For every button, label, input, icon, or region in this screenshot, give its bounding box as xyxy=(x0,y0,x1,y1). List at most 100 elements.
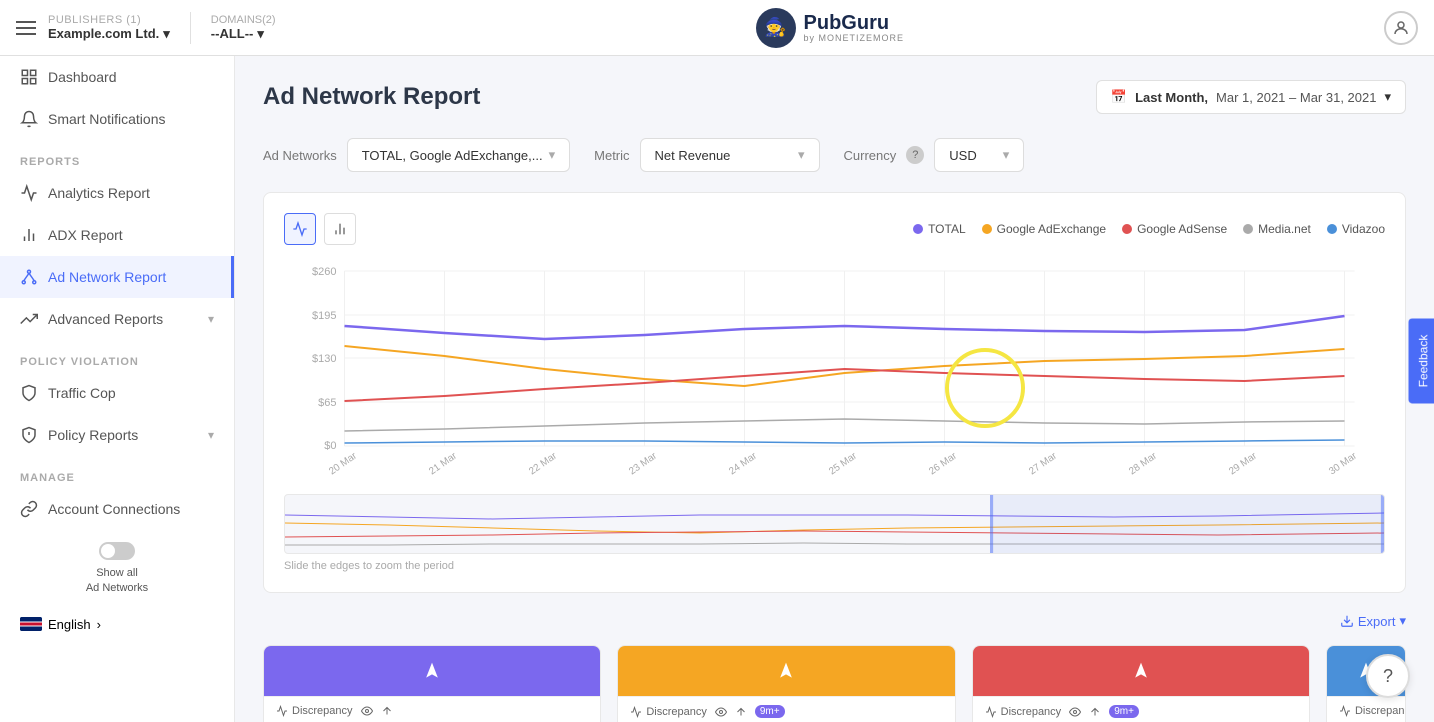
sidebar-label-smart-notifications: Smart Notifications xyxy=(48,111,165,127)
svg-text:29 Mar: 29 Mar xyxy=(1227,450,1259,477)
discrepancy-icon-total xyxy=(276,705,288,717)
dashboard-icon xyxy=(20,68,38,86)
discrepancy-icon-adexchange xyxy=(630,706,642,718)
legend-dot-adexchange xyxy=(982,224,992,234)
publishers-label: PUBLISHERS (1) xyxy=(48,14,170,26)
card-actions-adsense: Discrepancy 9m+ xyxy=(973,696,1309,722)
chart-toolbar: TOTAL Google AdExchange Google AdSense M… xyxy=(284,213,1385,245)
currency-label: Currency xyxy=(844,148,897,163)
nav-separator xyxy=(190,12,191,44)
chart-svg-wrapper: $260 $195 $130 $65 $0 xyxy=(284,261,1385,572)
discrepancy-label-total: Discrepancy xyxy=(292,705,353,717)
export-icon xyxy=(1340,614,1354,628)
timer-btn-adexchange[interactable]: 9m+ xyxy=(755,705,785,718)
ad-networks-select[interactable]: TOTAL, Google AdExchange,... ▾ xyxy=(347,138,570,172)
bar-chart-button[interactable] xyxy=(324,213,356,245)
svg-text:23 Mar: 23 Mar xyxy=(627,450,659,477)
sidebar-section-reports: REPORTS xyxy=(0,140,234,172)
analytics-icon xyxy=(20,184,38,202)
legend-label-total: TOTAL xyxy=(928,222,966,236)
legend-vidazoo: Vidazoo xyxy=(1327,222,1385,236)
page-title: Ad Network Report xyxy=(263,83,480,111)
svg-text:24 Mar: 24 Mar xyxy=(727,450,759,477)
bell-icon xyxy=(20,110,38,128)
ad-networks-label: Ad Networks xyxy=(263,148,337,163)
sidebar-item-policy-reports[interactable]: Policy Reports ▾ xyxy=(0,414,234,456)
legend-medianet: Media.net xyxy=(1243,222,1311,236)
discrepancy-label-adexchange: Discrepancy xyxy=(646,706,707,718)
topnav: PUBLISHERS (1) Example.com Ltd. ▾ DOMAIN… xyxy=(0,0,1434,56)
topnav-left: PUBLISHERS (1) Example.com Ltd. ▾ DOMAIN… xyxy=(16,12,276,44)
hamburger-menu[interactable] xyxy=(16,21,36,35)
export-label: Export xyxy=(1358,614,1396,629)
sidebar-item-smart-notifications[interactable]: Smart Notifications xyxy=(0,98,234,140)
policy-expand-icon: ▾ xyxy=(208,428,214,442)
sort-btn-adexchange[interactable] xyxy=(735,706,747,718)
zoom-bar[interactable] xyxy=(284,494,1385,554)
sidebar-item-analytics-report[interactable]: Analytics Report xyxy=(0,172,234,214)
card-header-adexchange xyxy=(618,646,954,696)
discrepancy-btn-adsense[interactable]: Discrepancy xyxy=(985,706,1062,718)
card-actions-vidazoo: Discrepancy xyxy=(1327,696,1405,722)
timer-btn-adsense[interactable]: 9m+ xyxy=(1109,705,1139,718)
view-btn-total[interactable] xyxy=(361,705,373,717)
date-range-selector[interactable]: 📅 Last Month, Mar 1, 2021 – Mar 31, 2021… xyxy=(1096,80,1406,114)
publisher-selector[interactable]: PUBLISHERS (1) Example.com Ltd. ▾ xyxy=(48,14,170,42)
eye-icon-adsense xyxy=(1069,706,1081,718)
sidebar-item-dashboard[interactable]: Dashboard xyxy=(0,56,234,98)
sidebar: Dashboard Smart Notifications REPORTS An… xyxy=(0,56,235,722)
legend-adsense: Google AdSense xyxy=(1122,222,1227,236)
card-total: Discrepancy TOTAL xyxy=(263,645,601,722)
line-chart-button[interactable] xyxy=(284,213,316,245)
svg-text:$195: $195 xyxy=(312,310,336,322)
domain-selector[interactable]: DOMAINS(2) --ALL-- ▾ xyxy=(211,14,276,42)
view-btn-adexchange[interactable] xyxy=(715,706,727,718)
date-chevron-icon: ▾ xyxy=(1384,89,1391,105)
help-button[interactable]: ? xyxy=(1366,654,1410,698)
user-profile-button[interactable] xyxy=(1384,11,1418,45)
language-switcher[interactable]: English › xyxy=(0,609,234,640)
sidebar-item-advanced-reports[interactable]: Advanced Reports ▾ xyxy=(0,298,234,340)
sidebar-label-advanced: Advanced Reports xyxy=(48,311,163,327)
sort-btn-adsense[interactable] xyxy=(1089,706,1101,718)
sort-icon-adexchange xyxy=(735,706,747,718)
line-chart-icon xyxy=(292,221,308,237)
metric-select[interactable]: Net Revenue ▾ xyxy=(640,138,820,172)
chart-container: TOTAL Google AdExchange Google AdSense M… xyxy=(263,192,1406,593)
sidebar-label-policy-reports: Policy Reports xyxy=(48,427,138,443)
logo-subtitle: by MONETIZEMORE xyxy=(804,33,905,43)
discrepancy-btn-vidazoo[interactable]: Discrepancy xyxy=(1339,705,1406,717)
legend-dot-vidazoo xyxy=(1327,224,1337,234)
currency-help-icon[interactable]: ? xyxy=(906,146,924,164)
card-adexchange: Discrepancy 9m+ GOOGLE ADEXCHANGE xyxy=(617,645,955,722)
export-button[interactable]: Export ▾ xyxy=(1340,613,1406,629)
legend-label-adexchange: Google AdExchange xyxy=(997,222,1106,236)
discrepancy-icon-adsense xyxy=(985,706,997,718)
discrepancy-btn-adexchange[interactable]: Discrepancy xyxy=(630,706,707,718)
card-up-icon-adsense xyxy=(1131,661,1151,681)
show-all-toggle[interactable] xyxy=(99,542,135,560)
eye-icon-total xyxy=(361,705,373,717)
sort-btn-total[interactable] xyxy=(381,705,393,717)
feedback-tab[interactable]: Feedback xyxy=(1409,319,1434,404)
view-btn-adsense[interactable] xyxy=(1069,706,1081,718)
domains-label: DOMAINS(2) xyxy=(211,14,276,26)
sidebar-item-account-connections[interactable]: Account Connections xyxy=(0,488,234,530)
discrepancy-btn-total[interactable]: Discrepancy xyxy=(276,705,353,717)
currency-select[interactable]: USD ▾ xyxy=(934,138,1024,172)
legend-dot-medianet xyxy=(1243,224,1253,234)
currency-chevron-icon: ▾ xyxy=(1003,147,1010,163)
sidebar-item-traffic-cop[interactable]: Traffic Cop xyxy=(0,372,234,414)
sidebar-label-analytics: Analytics Report xyxy=(48,185,150,201)
currency-value: USD xyxy=(949,148,976,163)
svg-text:$260: $260 xyxy=(312,266,336,278)
discrepancy-label-vidazoo: Discrepancy xyxy=(1355,705,1406,717)
sidebar-item-adx-report[interactable]: ADX Report xyxy=(0,214,234,256)
sidebar-item-ad-network-report[interactable]: Ad Network Report xyxy=(0,256,234,298)
card-adsense: Discrepancy 9m+ GOOGLE ADSENSE xyxy=(972,645,1310,722)
timer-badge-adexchange: 9m+ xyxy=(755,705,785,718)
export-section: Export ▾ xyxy=(263,613,1406,637)
advanced-expand-icon: ▾ xyxy=(208,312,214,326)
legend-label-medianet: Media.net xyxy=(1258,222,1311,236)
date-range-value: Mar 1, 2021 – Mar 31, 2021 xyxy=(1216,90,1376,105)
